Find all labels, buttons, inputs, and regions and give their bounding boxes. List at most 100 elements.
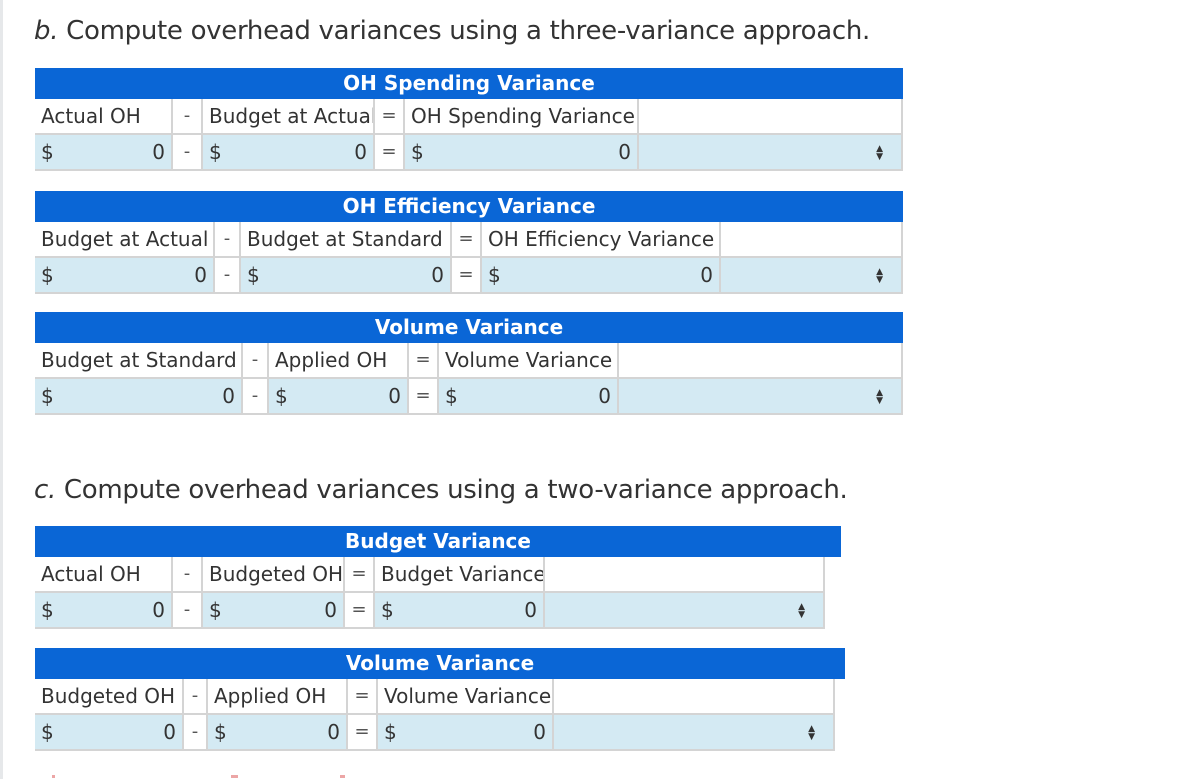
budgeted-oh-input[interactable]: $0 — [203, 593, 345, 629]
label-row: Budget at Actual - Budget at Standard = … — [35, 222, 903, 258]
favorable-unfavorable-select[interactable]: ▲ ▼ — [639, 135, 903, 171]
equals-operator: = — [348, 679, 378, 715]
currency-symbol: $ — [209, 598, 222, 622]
equals-operator: = — [409, 379, 439, 415]
amount-value: 0 — [222, 384, 235, 408]
oh-efficiency-variance-output: $0 — [482, 258, 721, 294]
part-b-title-text: Compute overhead variances using a three… — [58, 16, 871, 46]
currency-symbol: $ — [41, 140, 54, 164]
budget-variance-output: $0 — [375, 593, 545, 629]
favorable-unfavorable-select[interactable]: ▲ ▼ — [545, 593, 825, 629]
currency-symbol: $ — [41, 263, 54, 287]
favorable-unfavorable-select[interactable]: ▲ ▼ — [554, 715, 835, 751]
applied-oh-input[interactable]: $0 — [208, 715, 348, 751]
label-applied-oh: Applied OH — [269, 343, 409, 379]
minus-operator: - — [184, 715, 208, 751]
label-row: Budgeted OH - Applied OH = Volume Varian… — [35, 679, 845, 715]
cutoff-text-fragment — [231, 775, 238, 778]
up-down-arrow-icon: ▲ ▼ — [876, 145, 883, 162]
actual-oh-input[interactable]: $0 — [35, 593, 173, 629]
amount-value: 0 — [327, 720, 340, 744]
equals-operator: = — [409, 343, 439, 379]
currency-symbol: $ — [411, 140, 424, 164]
currency-symbol: $ — [275, 384, 288, 408]
budget-at-actual-input[interactable]: $0 — [203, 135, 375, 171]
label-applied-oh: Applied OH — [208, 679, 348, 715]
currency-symbol: $ — [381, 598, 394, 622]
label-row: Actual OH - Budgeted OH = Budget Varianc… — [35, 557, 841, 593]
minus-operator: - — [215, 222, 241, 258]
favorable-unfavorable-select[interactable]: ▲ ▼ — [619, 379, 903, 415]
part-c-title-text: Compute overhead variances using a two-v… — [55, 475, 848, 505]
currency-symbol: $ — [445, 384, 458, 408]
value-row: $0 - $0 = $0 ▲ ▼ — [35, 258, 903, 294]
minus-operator: - — [184, 679, 208, 715]
arrow-down-glyph: ▼ — [876, 275, 883, 285]
label-budgeted-oh: Budgeted OH — [203, 557, 345, 593]
label-blank — [639, 99, 903, 135]
oh-spending-variance-table: OH Spending Variance Actual OH - Budget … — [35, 68, 903, 171]
label-row: Budget at Standard - Applied OH = Volume… — [35, 343, 903, 379]
up-down-arrow-icon: ▲ ▼ — [876, 268, 883, 285]
value-row: $0 - $0 = $0 ▲ ▼ — [35, 135, 903, 171]
budget-at-standard-input[interactable]: $0 — [241, 258, 452, 294]
budget-at-standard-input[interactable]: $0 — [35, 379, 243, 415]
minus-operator: - — [173, 557, 203, 593]
equals-operator: = — [345, 593, 375, 629]
minus-operator: - — [173, 99, 203, 135]
label-volume-variance: Volume Variance — [378, 679, 554, 715]
part-b-prefix: b. — [34, 16, 59, 46]
amount-value: 0 — [324, 598, 337, 622]
amount-value: 0 — [431, 263, 444, 287]
actual-oh-input[interactable]: $0 — [35, 135, 173, 171]
table-header: Volume Variance — [35, 312, 903, 343]
currency-symbol: $ — [41, 720, 54, 744]
currency-symbol: $ — [209, 140, 222, 164]
volume-variance-output: $0 — [378, 715, 554, 751]
equals-operator: = — [348, 715, 378, 751]
budgeted-oh-input[interactable]: $0 — [35, 715, 184, 751]
amount-value: 0 — [598, 384, 611, 408]
amount-value: 0 — [152, 140, 165, 164]
table-header: OH Efficiency Variance — [35, 191, 903, 222]
volume-variance-table-three: Volume Variance Budget at Standard - App… — [35, 312, 903, 415]
currency-symbol: $ — [384, 720, 397, 744]
label-blank — [545, 557, 825, 593]
minus-operator: - — [243, 379, 269, 415]
label-actual-oh: Actual OH — [35, 99, 173, 135]
equals-operator: = — [375, 99, 405, 135]
applied-oh-input[interactable]: $0 — [269, 379, 409, 415]
amount-value: 0 — [354, 140, 367, 164]
favorable-unfavorable-select[interactable]: ▲ ▼ — [721, 258, 903, 294]
label-blank — [721, 222, 903, 258]
table-header: OH Spending Variance — [35, 68, 903, 99]
label-budget-at-actual: Budget at Actual — [35, 222, 215, 258]
label-budget-at-standard: Budget at Standard — [241, 222, 452, 258]
value-row: $0 - $0 = $0 ▲ ▼ — [35, 379, 903, 415]
label-blank — [619, 343, 903, 379]
amount-value: 0 — [700, 263, 713, 287]
currency-symbol: $ — [488, 263, 501, 287]
label-oh-spending-variance: OH Spending Variance — [405, 99, 639, 135]
budget-at-actual-input[interactable]: $0 — [35, 258, 215, 294]
label-volume-variance: Volume Variance — [439, 343, 619, 379]
up-down-arrow-icon: ▲ ▼ — [798, 603, 805, 620]
amount-value: 0 — [152, 598, 165, 622]
page-left-border — [0, 0, 3, 779]
amount-value: 0 — [194, 263, 207, 287]
currency-symbol: $ — [214, 720, 227, 744]
amount-value: 0 — [533, 720, 546, 744]
arrow-down-glyph: ▼ — [808, 732, 815, 742]
label-blank — [554, 679, 835, 715]
label-budget-at-standard: Budget at Standard — [35, 343, 243, 379]
oh-efficiency-variance-table: OH Efficiency Variance Budget at Actual … — [35, 191, 903, 294]
oh-spending-variance-output: $0 — [405, 135, 639, 171]
label-budget-at-actual: Budget at Actual — [203, 99, 375, 135]
currency-symbol: $ — [41, 384, 54, 408]
amount-value: 0 — [163, 720, 176, 744]
minus-operator: - — [243, 343, 269, 379]
part-c-prefix: c. — [34, 475, 56, 505]
part-b-title: b. Compute overhead variances using a th… — [34, 16, 870, 46]
label-oh-efficiency-variance: OH Efficiency Variance — [482, 222, 721, 258]
minus-operator: - — [173, 135, 203, 171]
